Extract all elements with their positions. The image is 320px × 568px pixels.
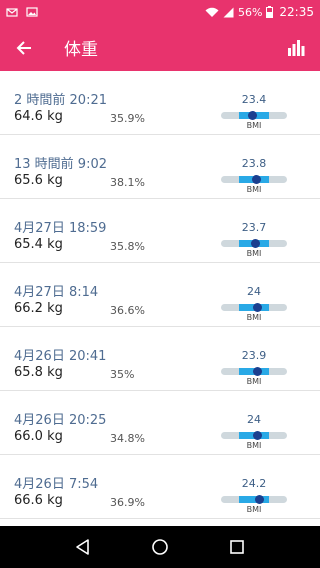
list-item[interactable]: 4月26日 20:25 66.0 kg 34.8% 24 BMI (0, 391, 320, 455)
back-button[interactable] (0, 24, 48, 71)
entry-time: 4月26日 7:54 (14, 477, 99, 492)
page-title: 体重 (64, 40, 98, 60)
entry-weight: 65.4 kg (14, 237, 63, 252)
bmi-label: BMI (246, 377, 262, 386)
bmi-value: 23.9 (241, 349, 267, 362)
bmi-label: BMI (246, 185, 262, 194)
bmi-value: 24.2 (241, 477, 267, 490)
entry-weight: 66.6 kg (14, 493, 63, 508)
entry-body-fat: 38.1% (110, 176, 145, 189)
bmi-marker (252, 367, 262, 376)
triangle-back-icon (75, 539, 89, 555)
entry-body-fat: 36.6% (110, 304, 145, 317)
bmi-indicator: 24.2 BMI (218, 477, 290, 517)
bmi-scale-bar (221, 303, 287, 312)
list-item[interactable]: 13 時間前 9:02 65.6 kg 38.1% 23.8 BMI (0, 135, 320, 199)
app-bar: 体重 (0, 24, 320, 71)
weight-entry-list[interactable]: 2 時間前 20:21 64.6 kg 35.9% 23.4 BMI 13 時間… (0, 71, 320, 526)
list-item[interactable]: 4月27日 8:14 66.2 kg 36.6% 24 BMI (0, 263, 320, 327)
bmi-scale-bar (221, 239, 287, 248)
entry-weight: 66.0 kg (14, 429, 63, 444)
entry-body-fat: 34.8% (110, 432, 145, 445)
bmi-label: BMI (246, 441, 262, 450)
entry-body-fat: 35% (110, 368, 135, 381)
bmi-value: 23.8 (241, 157, 267, 170)
entry-time: 2 時間前 20:21 (14, 93, 107, 108)
entry-time: 13 時間前 9:02 (14, 157, 107, 172)
clock: 22:35 (279, 5, 314, 19)
nav-home-button[interactable] (140, 526, 180, 568)
entry-weight: 64.6 kg (14, 109, 63, 124)
circle-home-icon (152, 539, 168, 555)
bmi-indicator: 23.9 BMI (218, 349, 290, 389)
bmi-scale-bar (221, 495, 287, 504)
bar-chart-icon (288, 39, 305, 56)
chart-view-button[interactable] (272, 24, 320, 71)
entry-weight: 65.6 kg (14, 173, 63, 188)
bmi-indicator: 24 BMI (218, 413, 290, 453)
entry-weight: 66.2 kg (14, 301, 63, 316)
entry-weight: 65.8 kg (14, 365, 63, 380)
image-icon (26, 7, 38, 17)
status-bar: 56% 22:35 (0, 0, 320, 24)
bmi-label: BMI (246, 121, 262, 130)
bmi-label: BMI (246, 313, 262, 322)
list-item[interactable]: 2 時間前 20:21 64.6 kg 35.9% 23.4 BMI (0, 71, 320, 135)
bmi-scale-bar (221, 431, 287, 440)
list-item[interactable]: 4月27日 18:59 65.4 kg 35.8% 23.7 BMI (0, 199, 320, 263)
bmi-scale-bar (221, 111, 287, 120)
notification-icon (6, 8, 18, 17)
arrow-left-icon (16, 40, 31, 55)
bmi-normal-range (239, 496, 269, 503)
entry-time: 4月27日 18:59 (14, 221, 107, 236)
list-item[interactable] (0, 519, 320, 526)
entry-time: 4月26日 20:25 (14, 413, 107, 428)
nav-recents-button[interactable] (217, 526, 257, 568)
bmi-indicator: 23.7 BMI (218, 221, 290, 261)
entry-body-fat: 36.9% (110, 496, 145, 509)
bmi-label: BMI (246, 249, 262, 258)
signal-icon (223, 7, 234, 17)
system-nav-bar (0, 526, 320, 568)
list-item[interactable]: 4月26日 7:54 66.6 kg 36.9% 24.2 BMI (0, 455, 320, 519)
weight-history-screen: 56% 22:35 体重 2 時間前 20:21 64.6 kg 35.9% 2… (0, 0, 320, 568)
battery-percent: 56% (237, 5, 263, 19)
bmi-indicator: 23.4 BMI (218, 93, 290, 133)
bmi-scale-bar (221, 175, 287, 184)
entry-body-fat: 35.9% (110, 112, 145, 125)
entry-time: 4月27日 8:14 (14, 285, 99, 300)
list-item[interactable]: 4月26日 20:41 65.8 kg 35% 23.9 BMI (0, 327, 320, 391)
bmi-value: 24 (247, 285, 261, 298)
bmi-scale-bar (221, 367, 287, 376)
entry-time: 4月26日 20:41 (14, 349, 107, 364)
nav-back-button[interactable] (63, 526, 103, 568)
bmi-label: BMI (246, 505, 262, 514)
bmi-value: 24 (247, 413, 261, 426)
bmi-value: 23.7 (241, 221, 267, 234)
bmi-value: 23.4 (241, 93, 267, 106)
wifi-icon (205, 7, 219, 17)
bmi-indicator: 23.8 BMI (218, 157, 290, 197)
battery-icon (266, 6, 274, 18)
bmi-indicator: 24 BMI (218, 285, 290, 325)
square-recents-icon (230, 540, 245, 554)
entry-body-fat: 35.8% (110, 240, 145, 253)
